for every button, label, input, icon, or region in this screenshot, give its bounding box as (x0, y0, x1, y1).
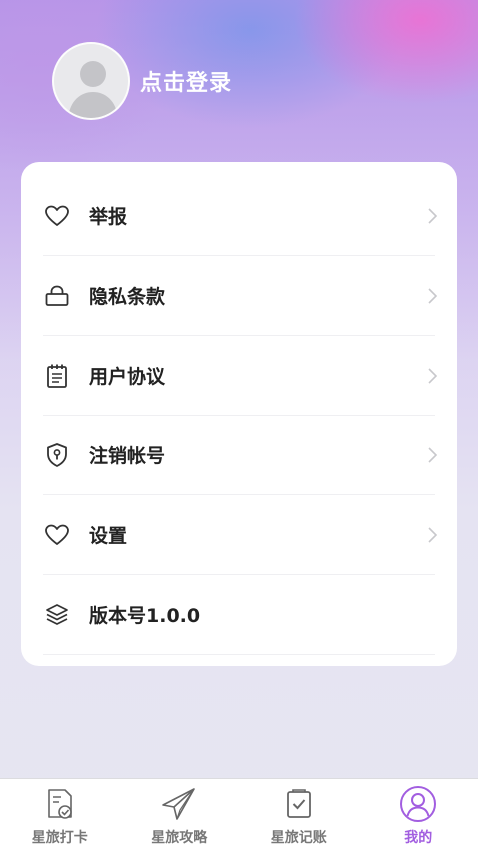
menu-item-version: 版本号1.0.0 (43, 575, 435, 655)
menu-item-privacy[interactable]: 隐私条款 (43, 256, 438, 336)
menu-item-settings[interactable]: 设置 (43, 495, 438, 575)
menu-item-label: 举报 (89, 206, 128, 228)
tab-mine[interactable]: 我的 (359, 779, 478, 850)
tab-label: 星旅记账 (270, 830, 327, 846)
chevron-right-icon (428, 368, 438, 384)
chevron-right-icon (428, 527, 438, 543)
heart-icon (43, 202, 71, 230)
menu-item-label: 隐私条款 (89, 286, 166, 308)
tab-guide[interactable]: 星旅攻略 (120, 779, 240, 850)
tab-accounting[interactable]: 星旅记账 (239, 779, 359, 850)
shield-keyhole-icon (43, 441, 71, 469)
tab-checkin[interactable]: 星旅打卡 (0, 779, 120, 850)
menu-item-label: 注销帐号 (89, 445, 166, 467)
layers-icon (43, 601, 71, 629)
chevron-right-icon (428, 447, 438, 463)
tab-label: 星旅打卡 (31, 830, 88, 846)
paper-plane-icon (160, 785, 198, 823)
menu-item-label: 设置 (89, 525, 128, 547)
notepad-icon (43, 362, 71, 390)
user-circle-icon (399, 785, 437, 823)
tab-label: 我的 (404, 830, 433, 846)
menu-item-user-agreement[interactable]: 用户协议 (43, 336, 438, 416)
avatar[interactable] (52, 42, 130, 120)
login-link[interactable]: 点击登录 (140, 65, 232, 97)
menu-item-delete-account[interactable]: 注销帐号 (43, 415, 438, 495)
profile-header[interactable]: 点击登录 (52, 42, 232, 120)
menu-card: 举报 隐私条款 用户协议 注销帐号 设置 版本号1.0.0 (21, 162, 457, 666)
checkin-document-icon (41, 785, 79, 823)
tab-label: 星旅攻略 (151, 830, 208, 846)
menu-item-label: 用户协议 (89, 366, 166, 388)
chevron-right-icon (428, 288, 438, 304)
lock-icon (43, 282, 71, 310)
chevron-right-icon (428, 208, 438, 224)
menu-item-report[interactable]: 举报 (43, 176, 438, 256)
heart-icon (43, 521, 71, 549)
default-avatar-icon (68, 61, 118, 118)
checklist-icon (280, 785, 318, 823)
bottom-tab-bar: 星旅打卡 星旅攻略 星旅记账 我的 (0, 778, 478, 850)
version-label: 版本号1.0.0 (89, 605, 201, 627)
